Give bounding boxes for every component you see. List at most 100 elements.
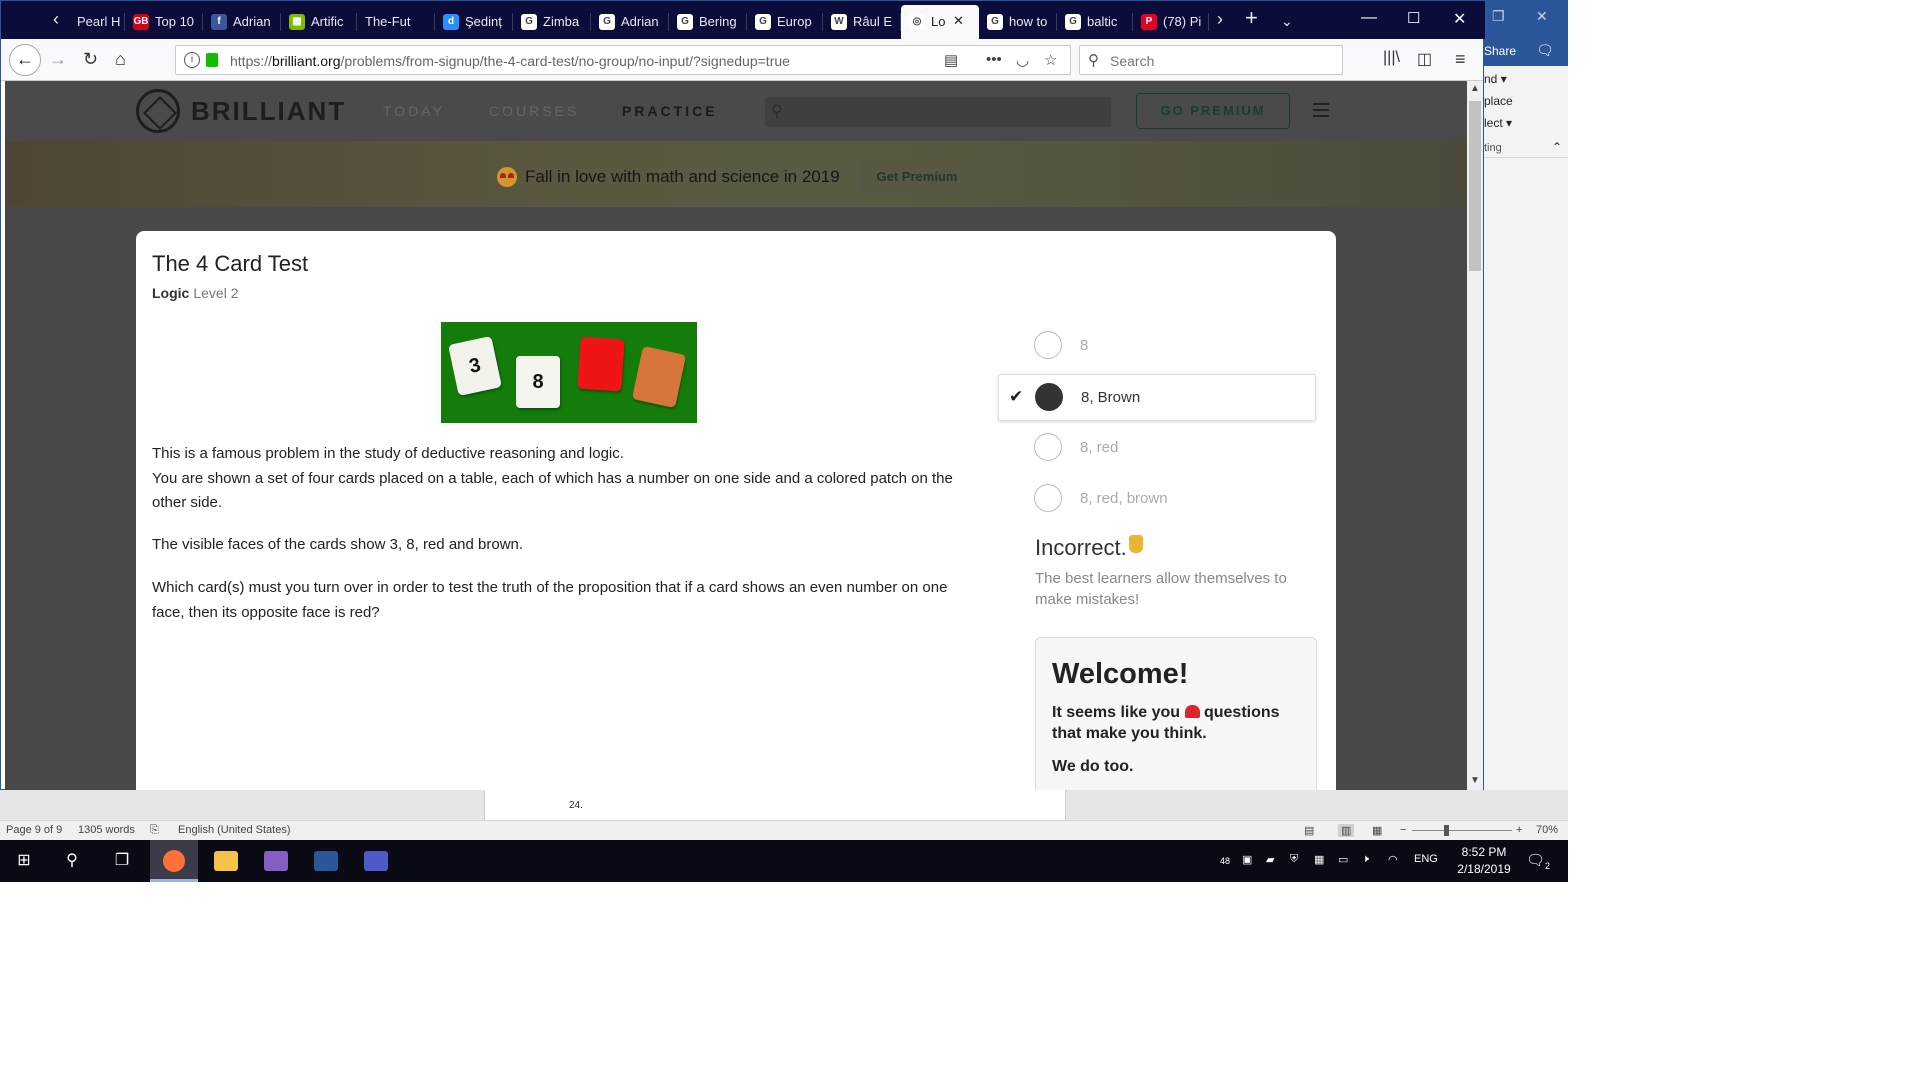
word-taskbar-icon[interactable] xyxy=(302,840,350,882)
start-windows-icon[interactable]: ⊞ xyxy=(0,840,48,882)
answer-option-label[interactable]: 8 xyxy=(1080,337,1088,354)
network-adapter-icon[interactable]: ▦ xyxy=(1314,853,1324,866)
sidebar-icon[interactable]: ◫ xyxy=(1417,49,1432,69)
answer-option-label[interactable]: 8, red, brown xyxy=(1080,490,1168,507)
print-layout-icon[interactable]: ▥ xyxy=(1338,824,1355,837)
browser-tab[interactable]: ▦ Artific xyxy=(281,5,357,39)
radio-button[interactable] xyxy=(1034,331,1062,359)
answer-option-3[interactable]: 8, red xyxy=(998,425,1316,472)
zoom-slider[interactable] xyxy=(1412,830,1512,831)
browser-tab[interactable]: Gbaltic xyxy=(1057,5,1133,39)
get-premium-button[interactable]: Get Premium xyxy=(859,161,975,193)
ribbon-replace[interactable]: place xyxy=(1484,94,1513,108)
tab-close-icon[interactable]: ✕ xyxy=(953,13,964,29)
file-explorer-icon[interactable] xyxy=(202,840,250,882)
task-view-icon[interactable]: ❐ xyxy=(98,840,146,882)
firefox-taskbar-icon[interactable] xyxy=(150,840,198,882)
site-search-input[interactable]: ⚲ xyxy=(765,97,1111,127)
answer-option-4[interactable]: 8, red, brown xyxy=(998,476,1316,523)
action-center-icon[interactable]: 🗨2 xyxy=(1526,851,1550,871)
bookmark-star-icon[interactable]: ☆ xyxy=(1044,51,1057,69)
problem-subject[interactable]: Logic xyxy=(152,285,189,301)
nav-courses[interactable]: COURSES xyxy=(489,103,579,119)
list-all-tabs-icon[interactable]: ⌄ xyxy=(1281,13,1293,30)
browser-tab[interactable]: The-Future xyxy=(357,5,435,39)
nav-practice[interactable]: PRACTICE xyxy=(622,103,718,119)
browser-tab[interactable]: W Râul E xyxy=(823,5,901,39)
menu-icon[interactable]: ≡ xyxy=(1455,49,1466,70)
security-tray-icon[interactable]: ⛨ xyxy=(1290,853,1298,866)
maximize-icon[interactable]: ☐ xyxy=(1407,9,1420,27)
teams-tray-icon[interactable]: ▣ xyxy=(1242,853,1252,866)
input-language[interactable]: ENG xyxy=(1414,853,1438,865)
status-words[interactable]: 1305 words xyxy=(78,824,135,836)
answer-option-label[interactable]: 8, Brown xyxy=(1081,389,1140,406)
browser-tab[interactable]: G Adrian xyxy=(591,5,669,39)
forward-button[interactable]: → xyxy=(49,49,67,70)
answer-option-2-selected[interactable]: ✔ 8, Brown xyxy=(998,374,1316,421)
site-menu-icon[interactable] xyxy=(1313,103,1329,121)
collapse-ribbon-icon[interactable]: ⌃ xyxy=(1552,140,1562,154)
brilliant-logo-text[interactable]: BRILLIANT xyxy=(191,96,346,127)
restore-icon[interactable]: ❐ xyxy=(1492,8,1505,25)
browser-tab[interactable]: Pearl H xyxy=(69,5,125,39)
go-premium-button[interactable]: GO PREMIUM xyxy=(1136,93,1290,129)
home-button[interactable]: ⌂ xyxy=(115,49,126,70)
search-bar[interactable]: ⚲ Search xyxy=(1079,45,1343,75)
zoom-out-icon[interactable]: − xyxy=(1400,824,1406,836)
browser-tab[interactable]: d Şedinț xyxy=(435,5,513,39)
scroll-down-icon[interactable]: ▼ xyxy=(1470,775,1480,786)
web-layout-icon[interactable]: ▦ xyxy=(1372,824,1382,837)
clock[interactable]: 8:52 PM 2/18/2019 xyxy=(1446,844,1522,878)
ribbon-select[interactable]: lect ▾ xyxy=(1484,116,1512,130)
status-language[interactable]: English (United States) xyxy=(178,824,291,836)
share-button[interactable]: Share xyxy=(1484,44,1516,58)
browser-tab[interactable]: P (78) Pi xyxy=(1133,5,1209,39)
visual-studio-icon[interactable] xyxy=(252,840,300,882)
minimize-icon[interactable]: — xyxy=(1361,9,1377,27)
nav-today[interactable]: TODAY xyxy=(383,103,445,119)
scroll-up-icon[interactable]: ▲ xyxy=(1470,83,1480,94)
proofing-icon[interactable]: ⎘ xyxy=(150,824,159,837)
tabs-scroll-right-icon[interactable]: › xyxy=(1217,9,1223,30)
tabs-scroll-left-icon[interactable]: ‹ xyxy=(53,9,59,30)
window-close-icon[interactable]: ✕ xyxy=(1453,9,1466,29)
reader-view-icon[interactable]: ▤ xyxy=(944,51,958,69)
page-scrollbar[interactable]: ▲ ▼ xyxy=(1467,81,1483,790)
brilliant-logo-icon[interactable] xyxy=(136,89,180,133)
radio-button[interactable] xyxy=(1034,484,1062,512)
browser-tab[interactable]: G Bering xyxy=(669,5,747,39)
answer-option-1[interactable]: 8 xyxy=(998,323,1316,370)
zoom-level[interactable]: 70% xyxy=(1536,824,1558,836)
browser-tab[interactable]: GB Top 10 xyxy=(125,5,203,39)
url-text[interactable]: https://brilliant.org/problems/from-sign… xyxy=(230,53,790,69)
new-tab-icon[interactable]: + xyxy=(1245,5,1258,31)
browser-tab[interactable]: f Adrian xyxy=(203,5,281,39)
wifi-icon[interactable]: ◠ xyxy=(1388,853,1398,866)
back-button[interactable]: ← xyxy=(9,44,41,76)
status-page[interactable]: Page 9 of 9 xyxy=(6,824,62,836)
lock-icon[interactable] xyxy=(206,53,218,67)
library-icon[interactable]: |||\ xyxy=(1383,49,1400,67)
ribbon-find[interactable]: nd ▾ xyxy=(1484,72,1507,86)
browser-tab[interactable]: G Europ xyxy=(747,5,823,39)
teams-taskbar-icon[interactable] xyxy=(352,840,400,882)
tray-app-icon[interactable]: ▰ xyxy=(1266,853,1274,866)
zoom-slider-thumb[interactable] xyxy=(1444,825,1449,836)
site-info-icon[interactable]: i xyxy=(184,52,200,68)
radio-button[interactable] xyxy=(1034,433,1062,461)
browser-tab[interactable]: ◎ Lo ✕ xyxy=(901,5,979,39)
close-icon[interactable]: ✕ xyxy=(1536,8,1548,25)
volume-muted-icon[interactable]: 🕨 xyxy=(1362,853,1369,866)
read-mode-icon[interactable]: ▤ xyxy=(1304,824,1314,837)
pocket-icon[interactable]: ◡ xyxy=(1016,51,1029,69)
browser-tab[interactable]: G Zimba xyxy=(513,5,591,39)
zoom-in-icon[interactable]: + xyxy=(1516,824,1522,836)
search-taskbar-icon[interactable]: ⚲ xyxy=(48,840,96,882)
battery-icon[interactable]: ▭ xyxy=(1338,853,1348,866)
answer-option-label[interactable]: 8, red xyxy=(1080,439,1118,456)
page-actions-icon[interactable]: ••• xyxy=(986,51,1002,68)
reload-button[interactable]: ↻ xyxy=(83,49,98,70)
scrollbar-thumb[interactable] xyxy=(1469,101,1481,271)
comment-icon[interactable]: 🗨 xyxy=(1536,42,1554,59)
